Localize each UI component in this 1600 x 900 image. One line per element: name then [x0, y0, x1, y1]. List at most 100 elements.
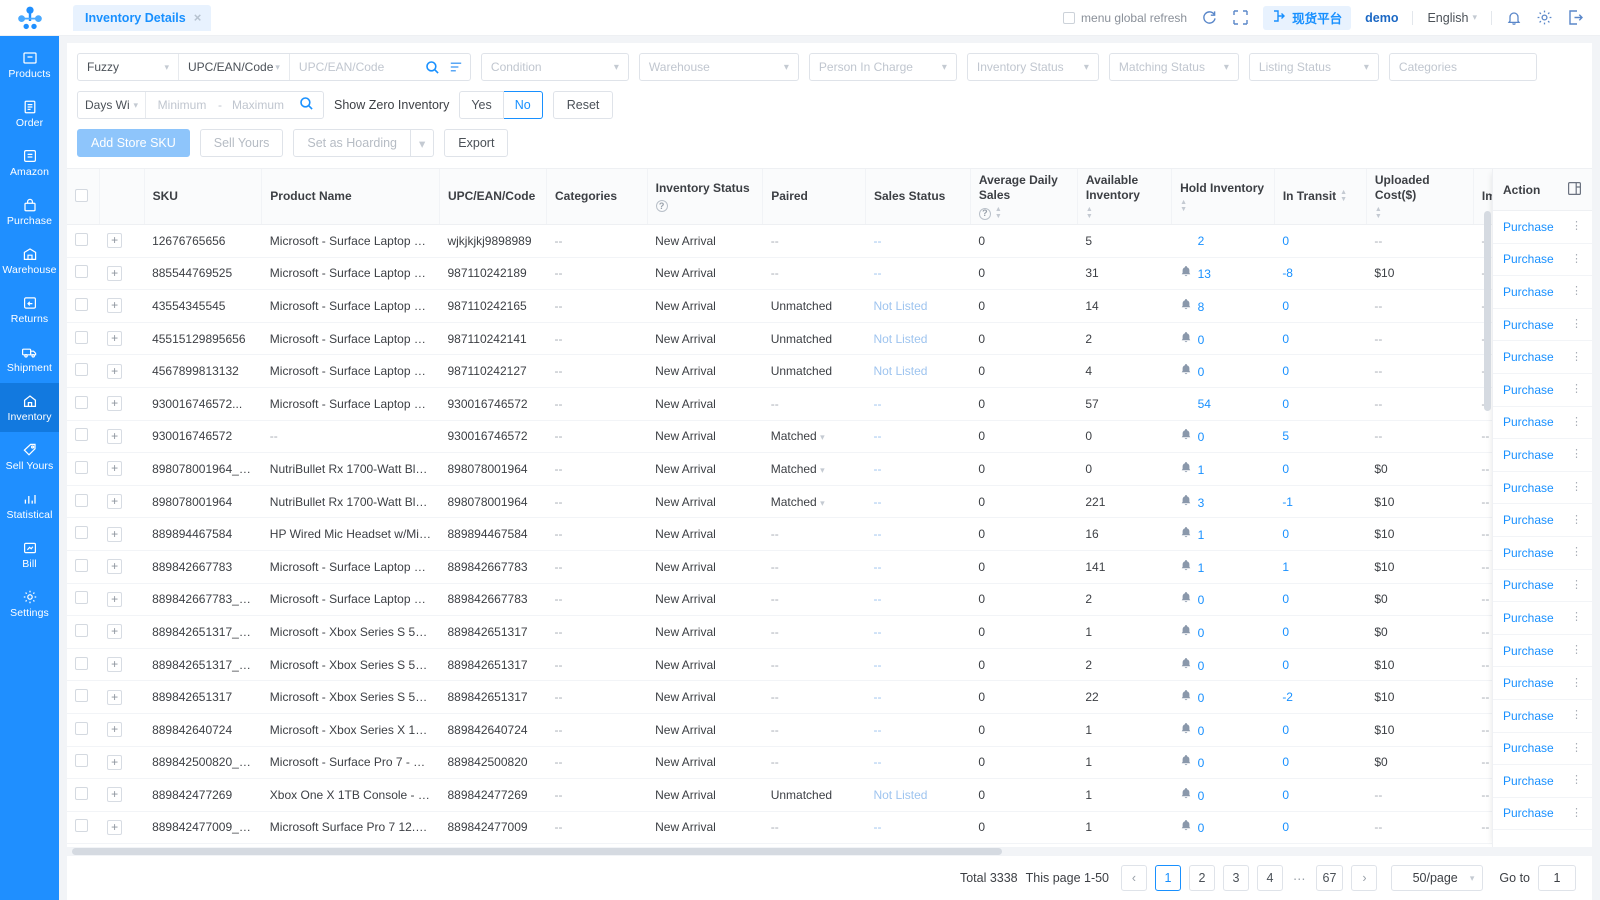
- hold-inventory-link[interactable]: 1: [1198, 561, 1205, 575]
- chevron-down-icon[interactable]: ▾: [820, 432, 825, 442]
- hold-inventory-link[interactable]: 0: [1198, 333, 1205, 347]
- more-vertical-icon[interactable]: ⋮: [1571, 286, 1582, 297]
- vertical-scrollbar[interactable]: [1484, 211, 1491, 411]
- hold-inventory-link[interactable]: 13: [1198, 267, 1211, 281]
- hold-inventory-link[interactable]: 2: [1198, 234, 1205, 248]
- row-checkbox[interactable]: [75, 657, 88, 670]
- purchase-link[interactable]: Purchase: [1503, 220, 1554, 234]
- cell-paired[interactable]: Matched ▾: [763, 453, 866, 486]
- sidebar-item-shipment[interactable]: Shipment: [0, 334, 59, 383]
- sidebar-item-statistical[interactable]: Statistical: [0, 481, 59, 530]
- more-vertical-icon[interactable]: ⋮: [1571, 482, 1582, 493]
- purchase-link[interactable]: Purchase: [1503, 383, 1554, 397]
- in-transit-link[interactable]: 0: [1282, 820, 1289, 834]
- refresh-icon[interactable]: [1201, 9, 1218, 26]
- column-settings-icon[interactable]: [1567, 181, 1582, 199]
- more-vertical-icon[interactable]: ⋮: [1571, 678, 1582, 689]
- export-button[interactable]: Export: [444, 129, 508, 157]
- horizontal-scrollbar-track[interactable]: [67, 847, 1592, 856]
- header-product-name[interactable]: Product Name: [262, 169, 440, 225]
- table-row[interactable]: +898078001964_Ver...NutriBullet Rx 1700-…: [67, 453, 1582, 486]
- table-row[interactable]: +889842651317Microsoft - Xbox Series S 5…: [67, 681, 1582, 714]
- row-checkbox[interactable]: [75, 331, 88, 344]
- sidebar-item-sell-yours[interactable]: Sell Yours: [0, 432, 59, 481]
- chevron-down-icon[interactable]: ▾: [820, 498, 825, 508]
- person-in-charge-select[interactable]: Person In Charge ▾: [809, 53, 957, 81]
- table-row[interactable]: +930016746572--930016746572--New Arrival…: [67, 420, 1582, 453]
- row-checkbox[interactable]: [75, 363, 88, 376]
- sidebar-item-warehouse[interactable]: Warehouse: [0, 236, 59, 285]
- row-checkbox[interactable]: [75, 428, 88, 441]
- expand-icon[interactable]: +: [107, 559, 122, 574]
- table-row[interactable]: +889842651317_Ver...Microsoft - Xbox Ser…: [67, 616, 1582, 649]
- more-vertical-icon[interactable]: ⋮: [1571, 449, 1582, 460]
- purchase-link[interactable]: Purchase: [1503, 513, 1554, 527]
- cell-paired[interactable]: Matched ▾: [763, 420, 866, 453]
- header-paired[interactable]: Paired: [763, 169, 866, 225]
- purchase-link[interactable]: Purchase: [1503, 741, 1554, 755]
- page-button-1[interactable]: 1: [1155, 865, 1181, 891]
- table-row[interactable]: +889842667783_Like...Microsoft - Surface…: [67, 583, 1582, 616]
- maximum-input[interactable]: Maximum: [222, 98, 294, 112]
- sidebar-item-amazon[interactable]: Amazon: [0, 138, 59, 187]
- row-checkbox[interactable]: [75, 624, 88, 637]
- more-vertical-icon[interactable]: ⋮: [1571, 515, 1582, 526]
- batch-list-icon[interactable]: [447, 54, 470, 80]
- expand-icon[interactable]: +: [107, 527, 122, 542]
- hold-inventory-link[interactable]: 0: [1198, 593, 1205, 607]
- matching-status-select[interactable]: Matching Status ▾: [1109, 53, 1239, 81]
- sidebar-item-purchase[interactable]: Purchase: [0, 187, 59, 236]
- categories-select[interactable]: Categories: [1389, 53, 1537, 81]
- hold-inventory-link[interactable]: 0: [1198, 789, 1205, 803]
- sort-icon[interactable]: ▲▼: [995, 207, 1002, 220]
- row-checkbox[interactable]: [75, 396, 88, 409]
- more-vertical-icon[interactable]: ⋮: [1571, 612, 1582, 623]
- page-button-3[interactable]: 3: [1223, 865, 1249, 891]
- more-vertical-icon[interactable]: ⋮: [1571, 417, 1582, 428]
- in-transit-link[interactable]: 0: [1282, 592, 1289, 606]
- header-hold-inventory[interactable]: Hold Inventory▲▼: [1172, 169, 1275, 225]
- hold-inventory-link[interactable]: 0: [1198, 691, 1205, 705]
- hold-inventory-link[interactable]: 0: [1198, 626, 1205, 640]
- search-icon[interactable]: [418, 54, 447, 80]
- hold-inventory-link[interactable]: 0: [1198, 756, 1205, 770]
- purchase-link[interactable]: Purchase: [1503, 481, 1554, 495]
- expand-icon[interactable]: +: [107, 364, 122, 379]
- select-all-checkbox[interactable]: [75, 189, 88, 202]
- table-row[interactable]: +898078001964NutriBullet Rx 1700-Watt Bl…: [67, 485, 1582, 518]
- table-row[interactable]: +45515129895656Microsoft - Surface Lapto…: [67, 322, 1582, 355]
- in-transit-link[interactable]: 0: [1282, 755, 1289, 769]
- row-checkbox[interactable]: [75, 265, 88, 278]
- purchase-link[interactable]: Purchase: [1503, 318, 1554, 332]
- help-icon[interactable]: ?: [979, 208, 991, 220]
- more-vertical-icon[interactable]: ⋮: [1571, 221, 1582, 232]
- row-checkbox[interactable]: [75, 461, 88, 474]
- table-row[interactable]: +889842500820_Ver...Microsoft - Surface …: [67, 746, 1582, 779]
- chevron-down-icon[interactable]: ▾: [411, 129, 434, 157]
- range-search-icon[interactable]: [294, 96, 323, 114]
- expand-icon[interactable]: +: [107, 396, 122, 411]
- table-row[interactable]: +889842667783Microsoft - Surface Laptop …: [67, 550, 1582, 583]
- collapse-icon[interactable]: [1232, 9, 1249, 26]
- in-transit-link[interactable]: -8: [1282, 266, 1293, 280]
- expand-icon[interactable]: +: [107, 331, 122, 346]
- expand-icon[interactable]: +: [107, 755, 122, 770]
- table-row[interactable]: +889842477009_GoodMicrosoft Surface Pro …: [67, 811, 1582, 844]
- header-in-transit[interactable]: In Transit▲▼: [1274, 169, 1366, 225]
- hold-inventory-link[interactable]: 1: [1198, 528, 1205, 542]
- hold-inventory-link[interactable]: 0: [1198, 659, 1205, 673]
- in-transit-link[interactable]: 0: [1282, 788, 1289, 802]
- sidebar-item-products[interactable]: Products: [0, 40, 59, 89]
- row-checkbox[interactable]: [75, 298, 88, 311]
- table-row[interactable]: +889894467584HP Wired Mic Headset w/Micr…: [67, 518, 1582, 551]
- show-zero-no-button[interactable]: No: [504, 91, 543, 119]
- more-vertical-icon[interactable]: ⋮: [1571, 808, 1582, 819]
- next-page-button[interactable]: ›: [1351, 865, 1377, 891]
- sort-icon[interactable]: ▲▼: [1180, 200, 1187, 213]
- expand-icon[interactable]: +: [107, 787, 122, 802]
- notification-bell-icon[interactable]: [1506, 10, 1522, 26]
- platform-switch-button[interactable]: 现货平台: [1263, 6, 1351, 30]
- help-icon[interactable]: ?: [656, 200, 668, 212]
- sort-icon[interactable]: ▲▼: [1340, 190, 1347, 203]
- show-zero-yes-button[interactable]: Yes: [459, 91, 503, 119]
